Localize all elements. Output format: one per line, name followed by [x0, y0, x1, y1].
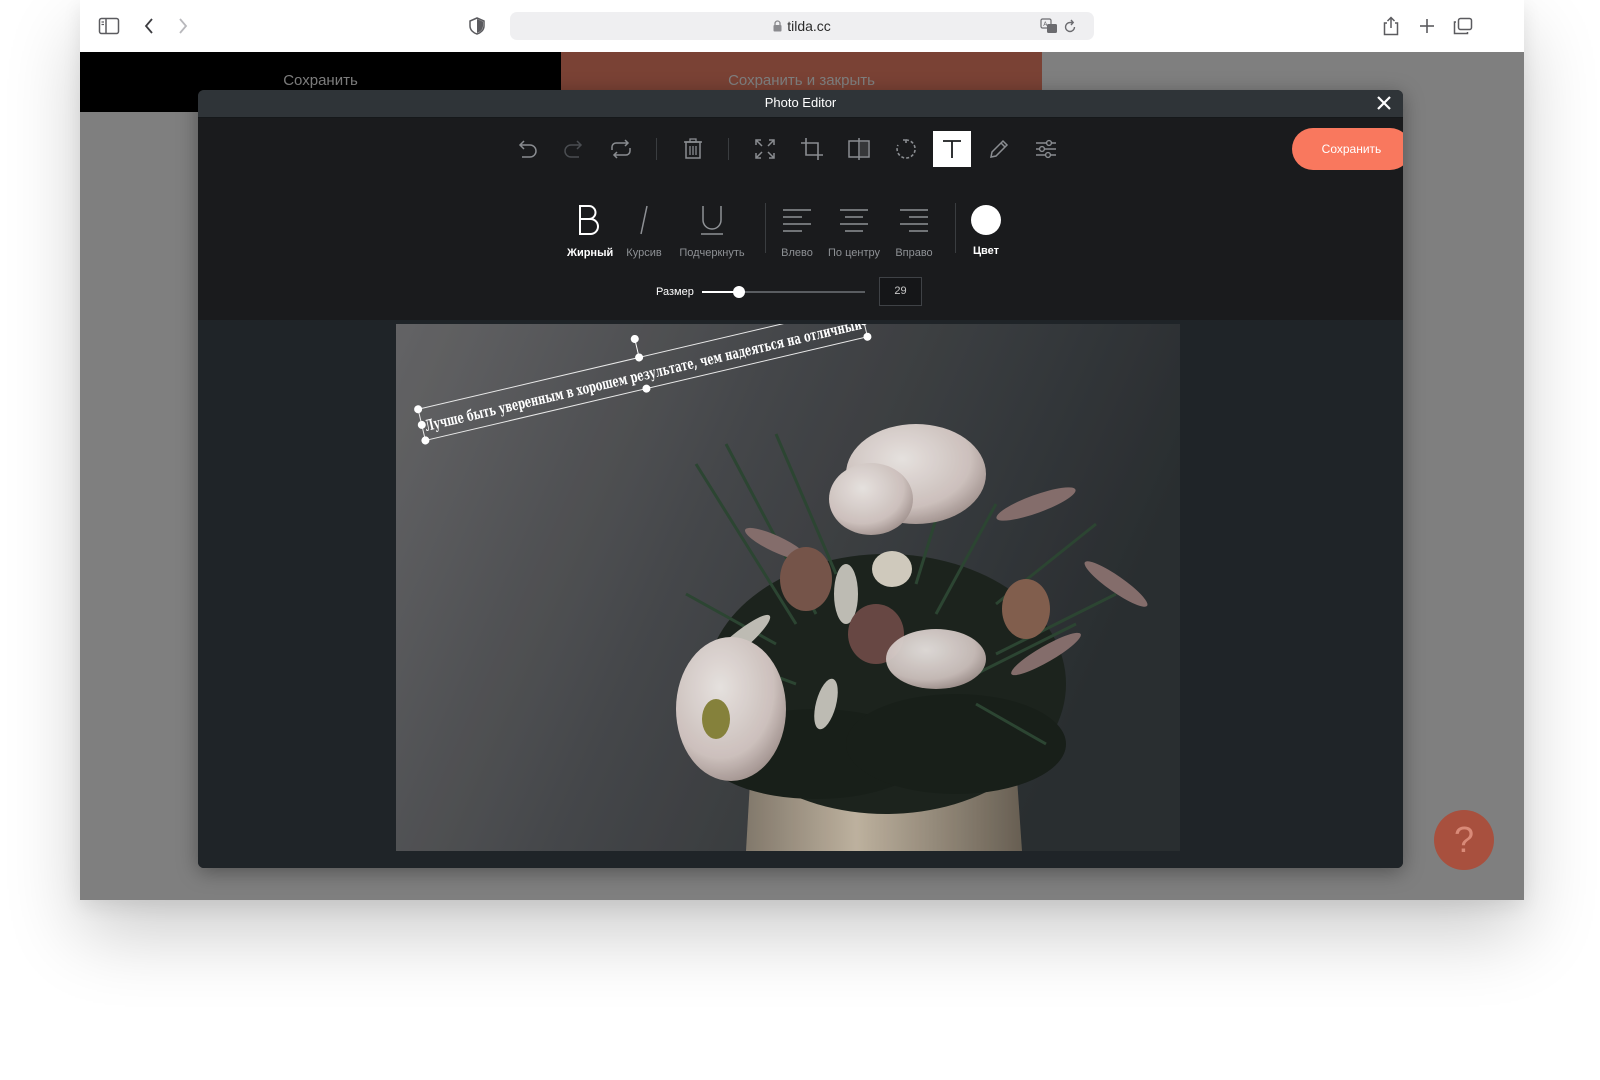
align-right-button[interactable]: Вправо	[892, 181, 936, 259]
align-left-button[interactable]: Влево	[775, 181, 819, 259]
editor-save-button[interactable]: Сохранить	[1292, 128, 1403, 170]
underline-icon	[677, 201, 747, 239]
tab-overview-icon[interactable]	[1450, 13, 1476, 39]
bold-label: Жирный	[567, 247, 614, 259]
redo-icon[interactable]	[555, 131, 593, 167]
modal-titlebar: Photo Editor	[198, 90, 1403, 118]
browser-toolbar: tilda.cc A	[80, 0, 1524, 52]
toolbar-divider	[728, 138, 729, 160]
italic-icon	[622, 201, 666, 239]
size-input[interactable]: 29	[879, 277, 922, 306]
undo-icon[interactable]	[508, 131, 546, 167]
format-divider	[955, 203, 956, 253]
align-right-label: Вправо	[895, 247, 933, 259]
color-button[interactable]: Цвет	[966, 181, 1006, 257]
browser-window: tilda.cc A Сохранить Сохранить и закрыть…	[80, 0, 1524, 900]
align-center-button[interactable]: По центру	[826, 181, 882, 259]
flip-icon[interactable]	[840, 131, 878, 167]
help-label: ?	[1453, 819, 1475, 860]
modal-title: Photo Editor	[764, 95, 837, 110]
translate-icon[interactable]: A	[1040, 18, 1058, 39]
filters-icon[interactable]	[1027, 131, 1065, 167]
address-bar[interactable]: tilda.cc A	[510, 12, 1094, 40]
new-tab-icon[interactable]	[1414, 13, 1440, 39]
bold-button[interactable]: Жирный	[567, 181, 614, 259]
align-center-icon	[826, 201, 882, 239]
page-content: Сохранить Сохранить и закрыть ? Photo Ed…	[80, 52, 1524, 900]
back-icon[interactable]	[136, 13, 162, 39]
size-label: Размер	[656, 286, 694, 298]
lock-icon	[773, 19, 782, 35]
close-icon[interactable]	[1373, 92, 1395, 114]
editor-toolbar: Сохранить	[198, 118, 1403, 181]
editor-canvas: Лучше быть уверенным в хорошем результат…	[198, 320, 1403, 868]
flower-photo-image: Лучше быть уверенным в хорошем результат…	[396, 324, 1180, 851]
privacy-shield-icon[interactable]	[464, 13, 490, 39]
underline-label: Подчеркнуть	[679, 247, 745, 259]
italic-button[interactable]: Курсив	[622, 181, 666, 259]
size-slider-handle[interactable]	[733, 286, 745, 298]
text-format-panel: Жирный Курсив Подчеркнуть Влево По центр…	[198, 181, 1403, 320]
underline-button[interactable]: Подчеркнуть	[677, 181, 747, 259]
draw-pencil-icon[interactable]	[980, 131, 1018, 167]
text-tool-icon[interactable]	[933, 131, 971, 167]
size-slider[interactable]	[702, 286, 865, 298]
format-divider	[765, 203, 766, 253]
italic-label: Курсив	[626, 247, 662, 259]
align-center-label: По центру	[828, 247, 880, 259]
delete-icon[interactable]	[674, 131, 712, 167]
align-left-label: Влево	[781, 247, 813, 259]
align-right-icon	[892, 201, 936, 239]
url-text: tilda.cc	[787, 18, 831, 34]
share-icon[interactable]	[1378, 13, 1404, 39]
toolbar-divider	[656, 138, 657, 160]
forward-icon[interactable]	[170, 13, 196, 39]
color-swatch	[966, 201, 1006, 239]
rotate-icon[interactable]	[887, 131, 925, 167]
help-button[interactable]: ?	[1434, 810, 1494, 870]
align-left-icon	[775, 201, 819, 239]
photo-canvas[interactable]: Лучше быть уверенным в хорошем результат…	[396, 324, 1180, 851]
crop-icon[interactable]	[793, 131, 831, 167]
color-label: Цвет	[972, 245, 999, 257]
sidebar-toggle-icon[interactable]	[96, 13, 122, 39]
bold-icon	[567, 201, 611, 239]
fullscreen-icon[interactable]	[746, 131, 784, 167]
reset-icon[interactable]	[602, 131, 640, 167]
photo-editor-modal: Photo Editor Сохранить Жирный Курсив Под…	[198, 90, 1403, 868]
reload-icon[interactable]	[1063, 18, 1077, 39]
